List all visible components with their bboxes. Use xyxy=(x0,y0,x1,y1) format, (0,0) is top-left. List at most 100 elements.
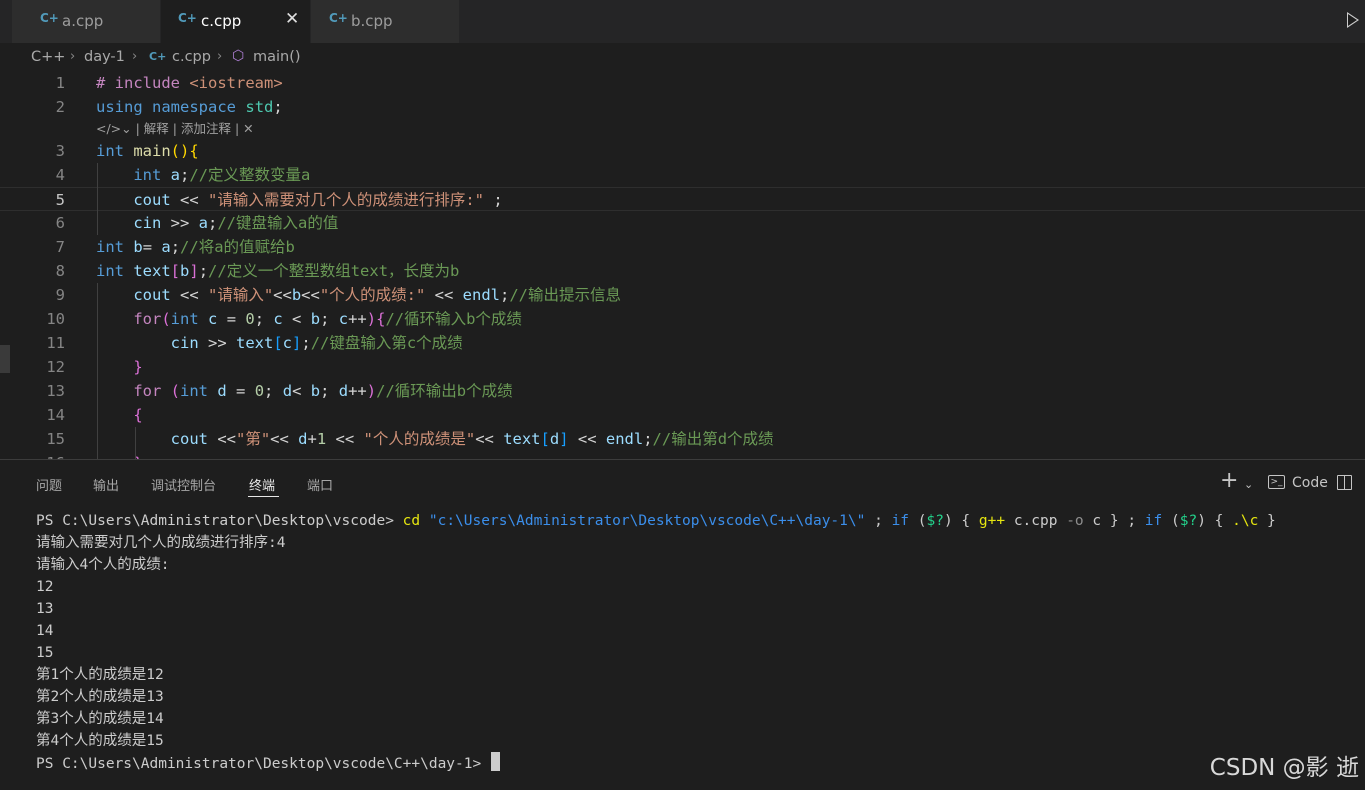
terminal-cursor xyxy=(490,752,500,771)
terminal-prompt: PS C:\Users\Administrator\Desktop\vscode… xyxy=(36,752,1276,774)
line-number: 4 xyxy=(55,166,65,184)
tab-label: b.cpp xyxy=(351,12,393,30)
terminal-output-line: 第1个人的成绩是12 xyxy=(36,667,164,683)
code-line[interactable]: 14 { xyxy=(0,403,1365,427)
terminal-output-line: 请输入需要对几个人的成绩进行排序:4 xyxy=(36,535,286,551)
tab-a-cpp[interactable]: C+ a.cpp xyxy=(12,0,160,43)
chevron-right-icon: › xyxy=(70,49,76,64)
line-number: 10 xyxy=(46,310,65,328)
code-line[interactable]: 4 int a;//定义整数变量a xyxy=(0,163,1365,187)
cpp-file-icon: C+ xyxy=(329,11,348,25)
code-line[interactable]: 15 cout <<"第"<< d+1 << "个人的成绩是"<< text[d… xyxy=(0,427,1365,451)
cpp-file-icon: C+ xyxy=(149,50,167,63)
tab-c-cpp[interactable]: C+ c.cpp ✕ xyxy=(161,0,310,43)
line-number: 5 xyxy=(55,191,65,209)
code-line[interactable]: 13 for (int d = 0; d< b; d++)//循环输出b个成绩 xyxy=(0,379,1365,403)
code-text: cout << "请输入"<<b<<"个人的成绩:" << endl;//输出提… xyxy=(133,286,622,304)
code-line[interactable]: 9 cout << "请输入"<<b<<"个人的成绩:" << endl;//输… xyxy=(0,283,1365,307)
code-line[interactable]: 2 using namespace std; xyxy=(0,95,1365,119)
code-text: cin >> text[c];//键盘输入第c个成绩 xyxy=(170,334,463,352)
active-tab-indicator xyxy=(248,496,279,497)
watermark: CSDN @影 逝 xyxy=(1209,755,1359,781)
line-number: 13 xyxy=(46,382,65,400)
bottom-panel: 问题 输出 调试控制台 终端 端口 + ⌄ >_ Code PS C:\User… xyxy=(0,459,1365,790)
code-text: int a;//定义整数变量a xyxy=(133,166,311,184)
code-line[interactable]: 7 int b= a;//将a的值赋给b xyxy=(0,235,1365,259)
code-text: cout <<"第"<< d+1 << "个人的成绩是"<< text[d] <… xyxy=(170,430,774,448)
breadcrumb-root[interactable]: C++ xyxy=(31,49,65,65)
code-line[interactable]: 1 # include <iostream> xyxy=(0,71,1365,95)
breadcrumb-file[interactable]: c.cpp xyxy=(172,49,211,65)
code-line[interactable]: 10 for(int c = 0; c < b; c++){//循环输入b个成绩 xyxy=(0,307,1365,331)
cpp-file-icon: C+ xyxy=(40,11,59,25)
terminal-icon: >_ xyxy=(1268,475,1285,489)
code-text: int main(){ xyxy=(96,142,199,160)
terminal-output-line: 14 xyxy=(36,623,54,639)
line-number: 9 xyxy=(55,286,65,304)
code-line[interactable]: 16 } xyxy=(0,451,1365,459)
code-line[interactable]: 5 cout << "请输入需要对几个人的成绩进行排序:" ; xyxy=(0,187,1365,211)
cpp-file-icon: C+ xyxy=(178,11,197,25)
split-terminal-icon[interactable] xyxy=(1337,475,1352,490)
indent-guide xyxy=(97,163,98,235)
editor-tab-bar: C+ a.cpp C+ c.cpp ✕ C+ b.cpp xyxy=(0,0,1365,43)
tab-output[interactable]: 输出 xyxy=(93,475,119,494)
code-text: for(int c = 0; c < b; c++){//循环输入b个成绩 xyxy=(133,310,522,328)
new-terminal-button[interactable]: + xyxy=(1220,468,1238,493)
line-number: 1 xyxy=(55,74,65,92)
line-number: 16 xyxy=(25,451,65,459)
codelens-actions[interactable]: | 解释 | 添加注释 | xyxy=(136,121,240,136)
code-link-icon[interactable]: </>⌄ xyxy=(96,121,132,136)
breadcrumb: C++ › day-1 › C+ c.cpp › ⬡ main() xyxy=(0,43,1365,71)
code-text: int b= a;//将a的值赋给b xyxy=(96,238,295,256)
line-number: 6 xyxy=(55,214,65,232)
method-cube-icon: ⬡ xyxy=(232,48,245,64)
scrollbar-marker xyxy=(0,345,10,373)
code-text: for (int d = 0; d< b; d++)//循环输出b个成绩 xyxy=(133,382,513,400)
code-line[interactable]: 12 } xyxy=(0,355,1365,379)
code-text: # include <iostream> xyxy=(96,74,283,92)
indent-guide xyxy=(135,427,136,459)
line-number: 12 xyxy=(46,358,65,376)
tab-ports[interactable]: 端口 xyxy=(307,475,333,494)
chevron-down-icon[interactable]: ⌄ xyxy=(1244,478,1253,491)
chevron-right-icon: › xyxy=(132,49,138,64)
tab-debug-console[interactable]: 调试控制台 xyxy=(151,475,216,494)
line-number: 14 xyxy=(46,406,65,424)
code-text: } xyxy=(133,358,143,376)
indent-guide xyxy=(97,283,98,459)
terminal-output-line: 12 xyxy=(36,579,54,595)
terminal-profile-label[interactable]: Code xyxy=(1292,475,1328,491)
line-number: 2 xyxy=(55,98,65,116)
code-line[interactable]: 3 int main(){ xyxy=(0,139,1365,163)
close-icon[interactable]: ✕ xyxy=(243,121,253,136)
terminal-output-line: 请输入4个人的成绩: xyxy=(36,557,170,573)
tab-terminal[interactable]: 终端 xyxy=(249,475,275,494)
close-icon[interactable]: ✕ xyxy=(285,9,299,29)
terminal-output[interactable]: PS C:\Users\Administrator\Desktop\vscode… xyxy=(36,510,1276,774)
code-text: cout << "请输入需要对几个人的成绩进行排序:" ; xyxy=(133,191,503,209)
breadcrumb-symbol[interactable]: main() xyxy=(253,49,301,65)
terminal-output-line: 第4个人的成绩是15 xyxy=(36,733,164,749)
terminal-output-line: 第3个人的成绩是14 xyxy=(36,711,164,727)
code-text: cin >> a;//键盘输入a的值 xyxy=(133,214,339,232)
tab-b-cpp[interactable]: C+ b.cpp xyxy=(311,0,459,43)
tab-label: c.cpp xyxy=(201,12,242,30)
terminal-command-line: PS C:\Users\Administrator\Desktop\vscode… xyxy=(36,513,1276,529)
run-icon[interactable] xyxy=(1347,12,1359,28)
breadcrumb-folder[interactable]: day-1 xyxy=(84,49,125,65)
code-line[interactable]: 6 cin >> a;//键盘输入a的值 xyxy=(0,211,1365,235)
code-line[interactable]: 11 cin >> text[c];//键盘输入第c个成绩 xyxy=(0,331,1365,355)
terminal-output-line: 第2个人的成绩是13 xyxy=(36,689,164,705)
line-number: 15 xyxy=(46,430,65,448)
code-text: using namespace std; xyxy=(96,98,283,116)
line-number: 8 xyxy=(55,262,65,280)
terminal-output-line: 15 xyxy=(36,645,54,661)
line-number: 11 xyxy=(46,334,65,352)
terminal-output-line: 13 xyxy=(36,601,54,617)
line-number: 7 xyxy=(55,238,65,256)
code-text: int text[b];//定义一个整型数组text，长度为b xyxy=(96,262,460,280)
tab-problems[interactable]: 问题 xyxy=(36,475,62,494)
code-editor[interactable]: </>⌄ | 解释 | 添加注释 | ✕ 1 # include <iostrea… xyxy=(0,71,1365,459)
code-line[interactable]: 8 int text[b];//定义一个整型数组text，长度为b xyxy=(0,259,1365,283)
